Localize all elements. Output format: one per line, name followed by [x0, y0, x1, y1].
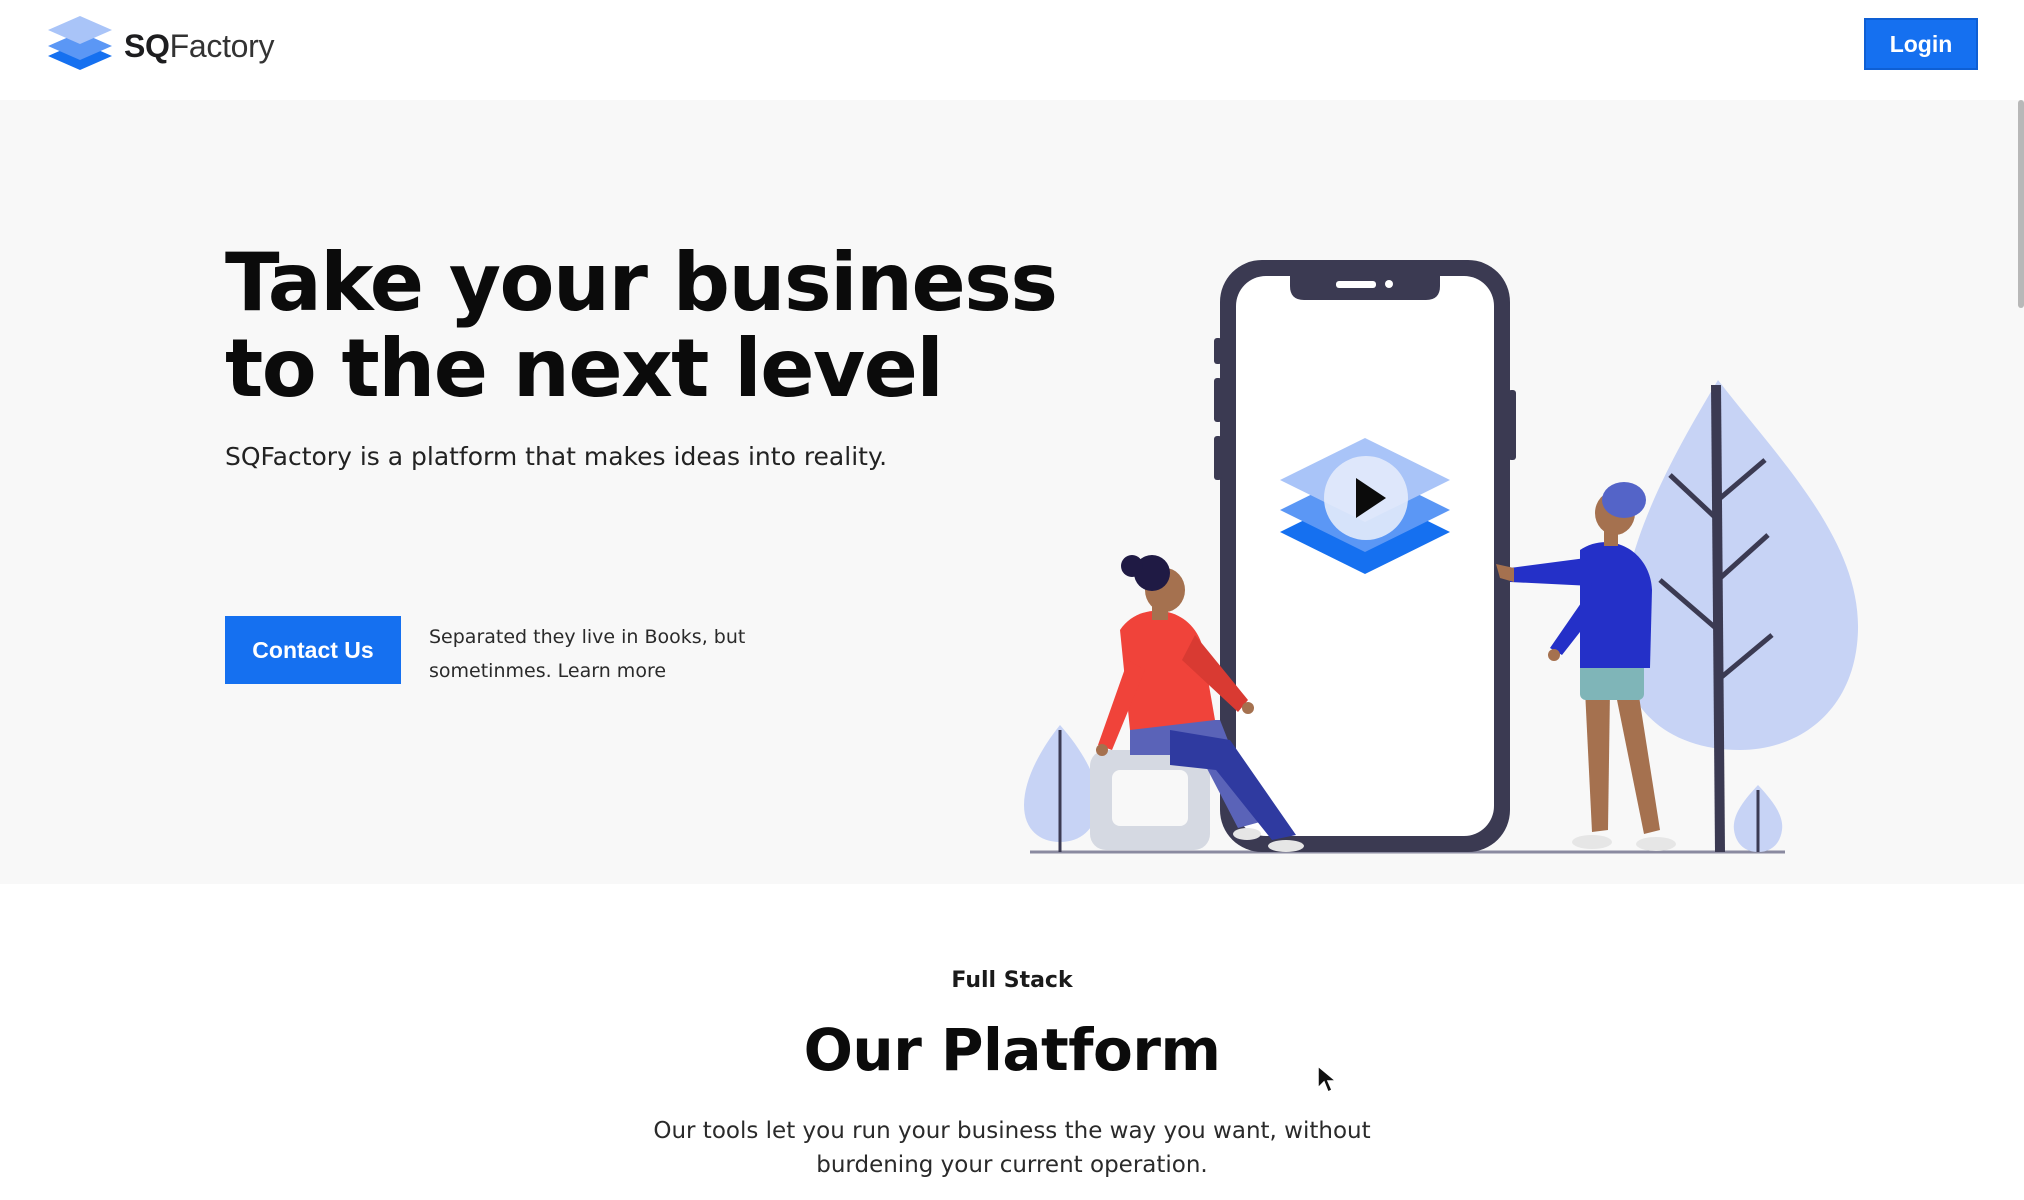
- hero-headline: Take your business to the next level: [225, 236, 1058, 415]
- brand-name-rest: Factory: [169, 28, 275, 64]
- hero-note-line1: Separated they live in Books, but: [429, 626, 746, 648]
- hero-subtitle: SQFactory is a platform that makes ideas…: [225, 442, 888, 471]
- hero-illustration: [1020, 250, 1900, 880]
- platform-eyebrow: Full Stack: [951, 968, 1073, 993]
- hero-headline-line1: Take your business: [225, 236, 1058, 329]
- small-tree-left-icon: [1024, 725, 1099, 852]
- platform-description-line2: burdening your current operation.: [816, 1152, 1208, 1178]
- small-tree-right-icon: [1733, 785, 1783, 852]
- hero-headline-line2: to the next level: [225, 322, 944, 415]
- large-tree-icon: [1620, 380, 1859, 853]
- contact-us-button[interactable]: Contact Us: [225, 616, 401, 684]
- mouse-cursor-icon: [1316, 1064, 1339, 1096]
- platform-description: Our tools let you run your business the …: [0, 1114, 2024, 1182]
- scrollbar-thumb[interactable]: [2018, 100, 2024, 308]
- navbar: SQFactory Login: [0, 0, 2024, 100]
- hero-section: Take your business to the next level SQF…: [0, 100, 2024, 884]
- layers-logo-icon[interactable]: [44, 14, 116, 74]
- login-button[interactable]: Login: [1864, 18, 1978, 70]
- platform-title: Our Platform: [803, 1016, 1221, 1084]
- brand-name-bold: SQ: [124, 28, 170, 64]
- hero-note-line2[interactable]: sometinmes. Learn more: [429, 654, 789, 688]
- brand-name[interactable]: SQFactory: [124, 26, 275, 66]
- platform-description-line1: Our tools let you run your business the …: [653, 1118, 1371, 1144]
- hero-note: Separated they live in Books, but someti…: [429, 620, 789, 688]
